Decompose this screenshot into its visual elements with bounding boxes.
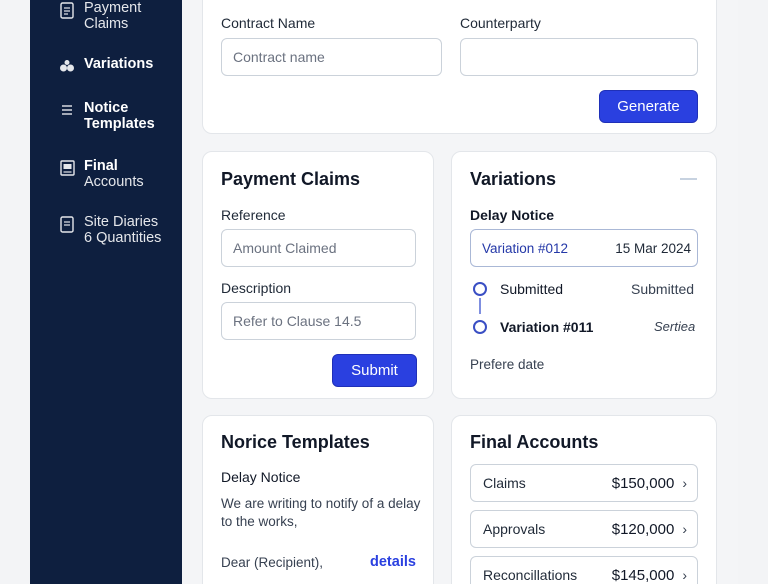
main-content: Contract Name Contract name Counterparty… <box>182 0 738 584</box>
reference-label: Reference <box>221 207 286 223</box>
chevron-right-icon: › <box>682 567 687 583</box>
sidebar-item-label: Final <box>84 158 118 174</box>
description-label: Description <box>221 280 292 296</box>
sidebar-item-variations[interactable]: Variations <box>58 56 153 75</box>
sidebar-item-site-diaries[interactable]: Site Diaries 6 Quantities <box>58 214 161 246</box>
card-title: Final Accounts <box>470 432 599 452</box>
chevron-right-icon: › <box>682 521 687 537</box>
variation-select[interactable]: Variation #012 15 Mar 2024 <box>470 229 698 267</box>
sidebar-item-sublabel: 6 Quantities <box>84 230 162 246</box>
reference-input[interactable]: Amount Claimed <box>221 229 416 267</box>
account-row-value: $150,000 <box>611 474 675 492</box>
sidebar-item-notice-templates[interactable]: Notice Templates <box>58 100 155 132</box>
counterparty-input[interactable] <box>460 38 698 76</box>
contract-generator-card: Contract Name Contract name Counterparty… <box>202 0 717 134</box>
contract-name-input[interactable]: Contract name <box>221 38 442 76</box>
circles-icon <box>58 57 76 75</box>
variations-subtitle: Delay Notice <box>470 207 555 223</box>
sidebar-item-label: Site Diaries <box>84 214 159 230</box>
submit-button[interactable]: Submit <box>332 354 417 387</box>
selected-variation: Variation #012 <box>482 240 569 256</box>
account-row-value: $120,000 <box>611 520 675 538</box>
final-accounts-card: Final Accounts Claims $150,000 › Approva… <box>451 415 717 584</box>
timeline-item-label: Variation #011 <box>500 319 594 335</box>
sidebar-item-sublabel: Templates <box>84 116 155 132</box>
notice-body-line: to the works, <box>221 514 298 529</box>
card-title: Variations <box>470 169 557 189</box>
left-gutter <box>0 0 30 584</box>
account-row-approvals[interactable]: Approvals $120,000 › <box>470 510 698 548</box>
payment-claims-card: Payment Claims Reference Amount Claimed … <box>202 151 434 399</box>
contract-name-label: Contract Name <box>221 15 316 31</box>
timeline-item-status: Sertiea <box>654 319 696 334</box>
list-icon <box>58 101 76 119</box>
variations-card: Variations Delay Notice Variation #012 1… <box>451 151 717 399</box>
notice-subtitle: Delay Notice <box>221 469 301 485</box>
card-title: Norice Templates <box>221 432 370 452</box>
sidebar-item-payment-claims[interactable]: Payment Claims <box>58 0 141 32</box>
timeline-item-label: Submitted <box>500 281 564 297</box>
document-icon <box>58 1 76 19</box>
notice-templates-card: Norice Templates Delay Notice We are wri… <box>202 415 434 584</box>
diary-icon <box>58 215 76 233</box>
ledger-icon <box>58 159 76 177</box>
sidebar-item-label: Payment <box>84 0 142 16</box>
timeline-dot-icon <box>473 320 487 334</box>
sidebar-item-label: Variations <box>84 56 154 72</box>
variations-footer: Prefere date <box>470 357 545 372</box>
timeline-item-status: Submitted <box>631 281 695 297</box>
sidebar-item-label: Notice <box>84 100 129 116</box>
account-row-label: Reconcillations <box>483 567 578 583</box>
card-title: Payment Claims <box>221 169 361 189</box>
timeline-connector <box>479 298 481 314</box>
sidebar-item-final-accounts[interactable]: Final Accounts <box>58 158 144 190</box>
selected-date: 15 Mar 2024 <box>615 240 691 256</box>
timeline-dot-icon <box>473 282 487 296</box>
sidebar-item-sublabel: Claims <box>84 16 129 32</box>
chevron-right-icon: › <box>682 475 687 491</box>
generate-button[interactable]: Generate <box>599 90 698 123</box>
details-link[interactable]: details <box>370 554 416 570</box>
right-gutter <box>738 0 768 584</box>
counterparty-label: Counterparty <box>460 15 541 31</box>
notice-salutation: Dear (Recipient), <box>221 555 324 570</box>
sidebar: Payment Claims Variations Notice Templat… <box>30 0 182 584</box>
sidebar-item-sublabel: Accounts <box>84 174 144 190</box>
account-row-label: Approvals <box>483 521 546 537</box>
account-row-label: Claims <box>483 475 526 491</box>
description-input[interactable]: Refer to Clause 14.5 <box>221 302 416 340</box>
account-row-reconciliations[interactable]: Reconcillations $145,000 › <box>470 556 698 584</box>
account-row-claims[interactable]: Claims $150,000 › <box>470 464 698 502</box>
account-row-value: $145,000 <box>611 566 675 584</box>
collapse-icon[interactable] <box>680 178 697 180</box>
notice-body-line: We are writing to notify of a delay <box>221 496 421 511</box>
